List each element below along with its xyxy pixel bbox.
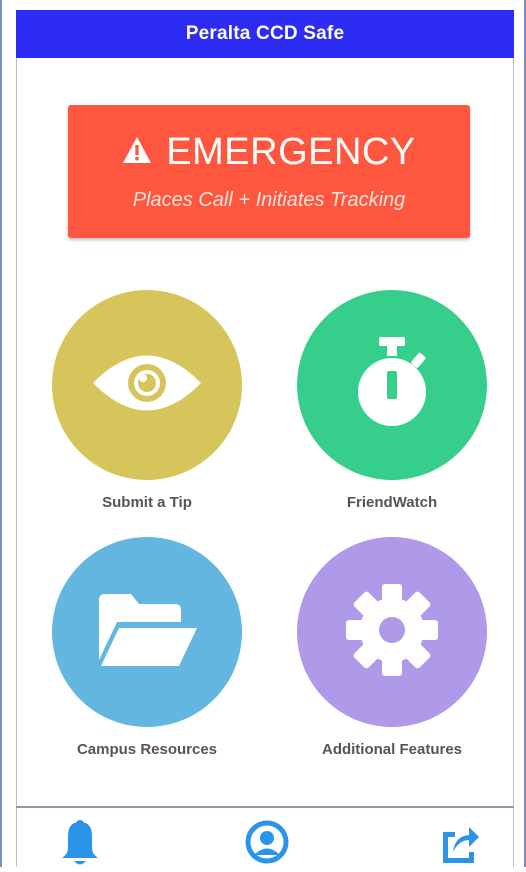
emergency-button[interactable]: EMERGENCY Places Call + Initiates Tracki… <box>68 105 470 238</box>
additional-features-tile[interactable]: Additional Features <box>297 537 487 758</box>
eye-icon <box>91 348 203 423</box>
share-icon[interactable] <box>437 818 481 867</box>
additional-features-circle[interactable] <box>297 537 487 727</box>
submit-tip-label: Submit a Tip <box>102 494 192 511</box>
app-title: Peralta CCD Safe <box>185 23 345 44</box>
right-border <box>513 58 514 867</box>
campus-resources-label: Campus Resources <box>76 741 218 758</box>
warning-triangle-icon <box>122 131 152 174</box>
emergency-title-row: EMERGENCY <box>68 131 470 174</box>
stopwatch-icon <box>352 335 432 436</box>
profile-icon[interactable] <box>245 818 289 867</box>
friendwatch-tile[interactable]: FriendWatch <box>297 290 487 511</box>
submit-tip-tile[interactable]: Submit a Tip <box>52 290 242 511</box>
campus-resources-circle[interactable] <box>52 537 242 727</box>
emergency-subtitle: Places Call + Initiates Tracking <box>132 189 406 211</box>
friendwatch-label: FriendWatch <box>346 494 438 511</box>
bell-icon[interactable] <box>58 818 102 867</box>
app-header: Peralta CCD Safe <box>16 10 514 58</box>
bottom-nav-divider <box>16 806 514 808</box>
additional-features-label: Additional Features <box>321 741 463 758</box>
friendwatch-circle[interactable] <box>297 290 487 480</box>
submit-tip-circle[interactable] <box>52 290 242 480</box>
gear-icon <box>344 582 440 683</box>
left-border <box>16 58 17 867</box>
folder-open-icon <box>95 590 199 675</box>
app-frame: Peralta CCD Safe EMERGENCY Places Call +… <box>0 0 526 867</box>
campus-resources-tile[interactable]: Campus Resources <box>52 537 242 758</box>
emergency-title: EMERGENCY <box>166 131 416 173</box>
